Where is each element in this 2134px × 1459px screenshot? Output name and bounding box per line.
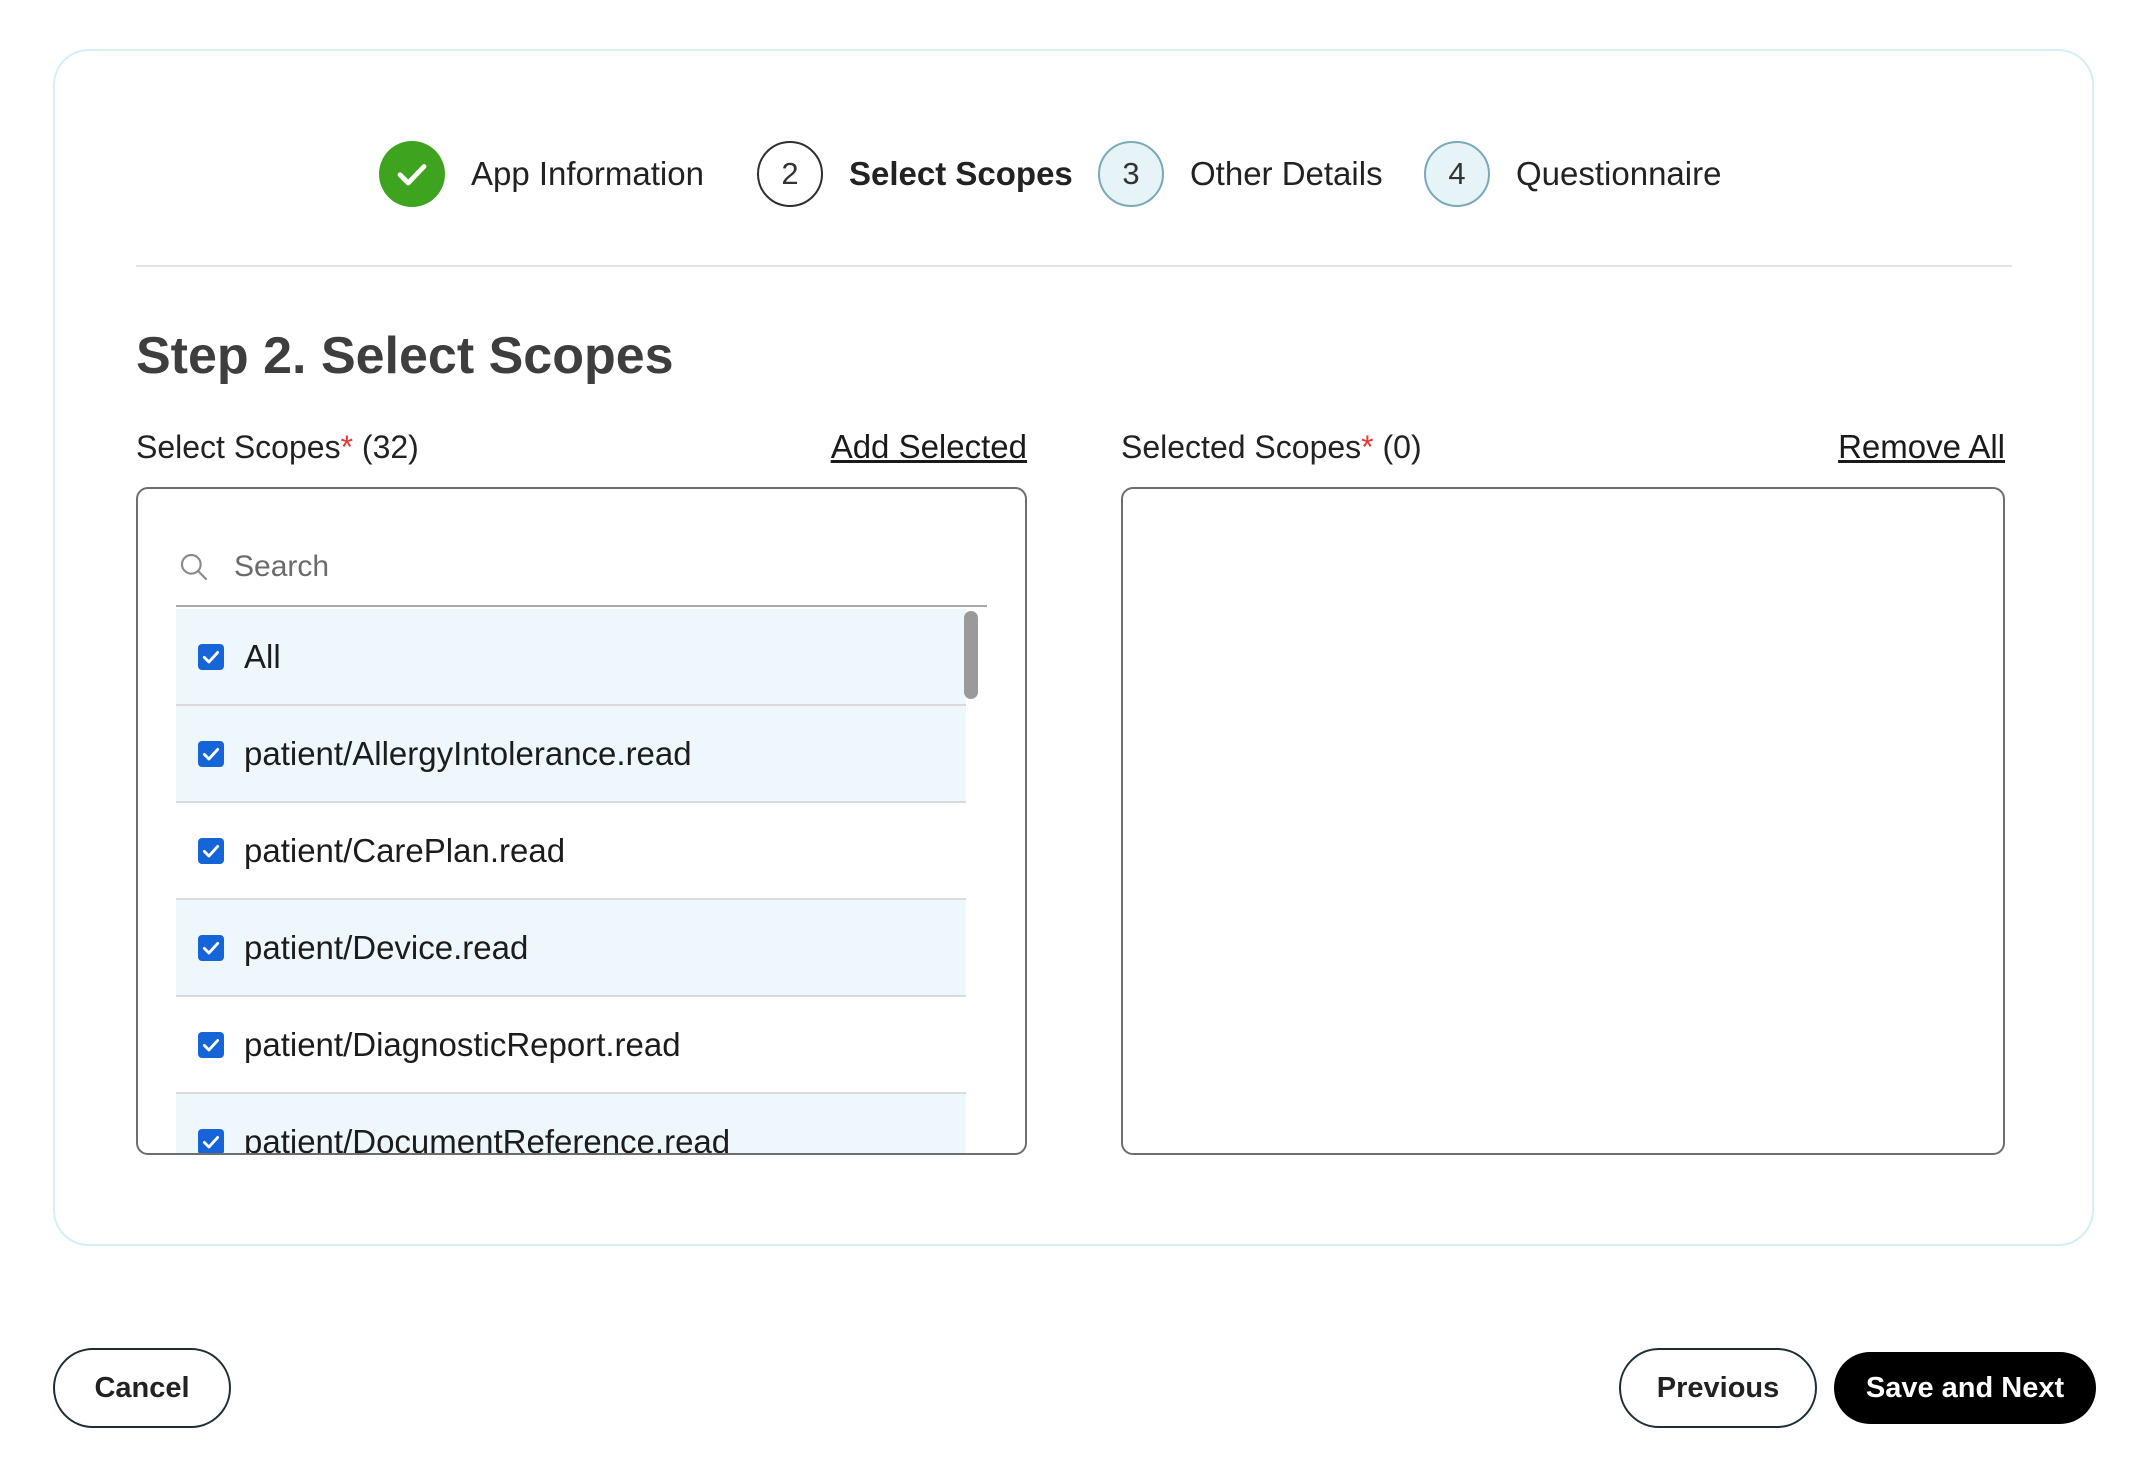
list-item[interactable]: patient/Device.read (176, 900, 966, 997)
wizard-card: App Information 2 Select Scopes 3 Other … (53, 49, 2094, 1246)
scope-label: patient/DocumentReference.read (244, 1122, 731, 1155)
checkbox-checked[interactable] (198, 1128, 224, 1153)
required-mark: * (340, 428, 354, 465)
scope-list: All patient/AllergyIntolerance.read pati… (176, 609, 966, 1155)
check-icon (202, 650, 220, 663)
check-icon (202, 1038, 220, 1051)
step-number: 4 (1424, 141, 1490, 207)
check-icon (202, 747, 220, 760)
check-icon (202, 941, 220, 954)
available-scopes-label: Select Scopes (136, 428, 341, 465)
add-selected-link[interactable]: Add Selected (831, 428, 1027, 466)
available-scopes-header: Select Scopes* (32) Add Selected (136, 425, 1027, 469)
save-and-next-button[interactable]: Save and Next (1834, 1352, 2096, 1424)
stepper-divider (136, 265, 2012, 267)
remove-all-link[interactable]: Remove All (1838, 428, 2005, 466)
cancel-button[interactable]: Cancel (53, 1348, 231, 1428)
search-bar (176, 529, 987, 607)
step-app-information[interactable]: App Information (379, 141, 704, 207)
list-item[interactable]: patient/CarePlan.read (176, 803, 966, 900)
scope-label: patient/Device.read (244, 928, 529, 966)
step-label: Other Details (1190, 155, 1383, 192)
step-done-indicator (379, 141, 445, 207)
step-number: 3 (1098, 141, 1164, 207)
selected-scopes-label: Selected Scopes (1121, 428, 1362, 465)
page-title: Step 2. Select Scopes (136, 327, 674, 385)
scrollbar-thumb[interactable] (964, 611, 978, 699)
search-input[interactable] (234, 550, 734, 584)
check-icon (397, 164, 427, 186)
step-label: Select Scopes (849, 155, 1073, 192)
step-other-details[interactable]: 3 Other Details (1098, 141, 1383, 207)
scope-label: patient/DiagnosticReport.read (244, 1025, 681, 1063)
required-mark: * (1361, 428, 1374, 465)
search-icon (180, 553, 208, 581)
selected-scopes-count: (0) (1382, 428, 1422, 465)
list-item[interactable]: All (176, 609, 966, 706)
previous-button[interactable]: Previous (1619, 1348, 1817, 1428)
selected-scopes-list-box (1121, 487, 2005, 1155)
scope-label: patient/AllergyIntolerance.read (244, 734, 692, 772)
available-scopes-count: (32) (361, 428, 419, 465)
scope-label: All (244, 637, 281, 675)
list-item[interactable]: patient/DocumentReference.read (176, 1094, 966, 1155)
step-label: Questionnaire (1516, 155, 1722, 192)
list-item[interactable]: patient/DiagnosticReport.read (176, 997, 966, 1094)
step-number: 2 (757, 141, 823, 207)
checkbox-checked[interactable] (198, 740, 224, 767)
step-label: App Information (471, 155, 704, 192)
check-icon (202, 1135, 220, 1148)
available-scopes-title: Select Scopes* (32) (136, 429, 419, 466)
selected-scopes-title: Selected Scopes* (0) (1121, 429, 1422, 466)
available-scopes-list-box: All patient/AllergyIntolerance.read pati… (136, 487, 1027, 1155)
checkbox-checked[interactable] (198, 643, 224, 670)
check-icon (202, 844, 220, 857)
scope-label: patient/CarePlan.read (244, 831, 566, 869)
step-select-scopes[interactable]: 2 Select Scopes (757, 141, 1073, 207)
checkbox-checked[interactable] (198, 837, 224, 864)
step-questionnaire[interactable]: 4 Questionnaire (1424, 141, 1721, 207)
checkbox-checked[interactable] (198, 1031, 224, 1058)
selected-scopes-header: Selected Scopes* (0) Remove All (1121, 425, 2005, 469)
stepper: App Information 2 Select Scopes 3 Other … (55, 51, 2092, 267)
checkbox-checked[interactable] (198, 934, 224, 961)
list-item[interactable]: patient/AllergyIntolerance.read (176, 706, 966, 803)
page: App Information 2 Select Scopes 3 Other … (0, 0, 2134, 1459)
